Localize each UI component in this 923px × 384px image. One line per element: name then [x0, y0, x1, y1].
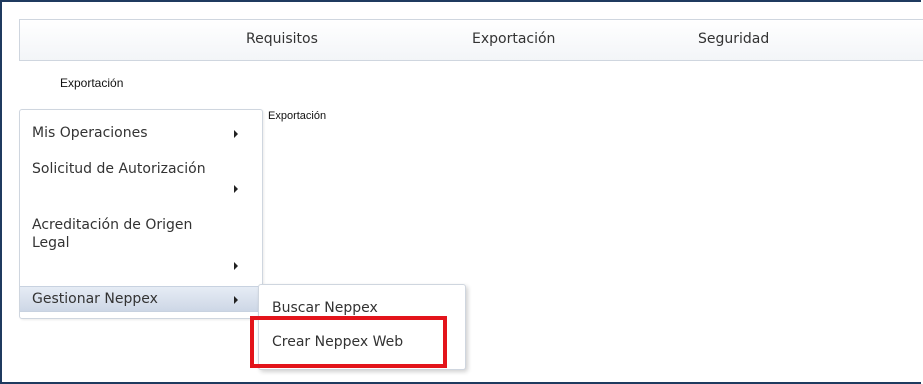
- submenu-item-crear-neppex-web[interactable]: Crear Neppex Web: [272, 334, 403, 350]
- submenu-gestionar-neppex: Buscar Neppex Crear Neppex Web: [258, 284, 466, 370]
- submenu-arrow-icon: [234, 262, 238, 270]
- submenu-arrow-icon: [234, 185, 238, 193]
- menu-item-solicitud-autorizacion[interactable]: Solicitud de Autorización: [20, 160, 262, 204]
- nav-item-requisitos[interactable]: Requisitos: [246, 31, 318, 47]
- nav-item-exportacion[interactable]: Exportación: [472, 31, 555, 47]
- side-menu: Mis Operaciones Solicitud de Autorizació…: [19, 109, 263, 319]
- menu-item-label: Mis Operaciones: [32, 125, 148, 141]
- menu-item-label: Solicitud de Autorización: [32, 161, 206, 177]
- breadcrumb: Exportación: [60, 76, 124, 90]
- submenu-arrow-icon: [234, 130, 238, 138]
- content-title: Exportación: [268, 110, 327, 122]
- menu-item-mis-operaciones[interactable]: Mis Operaciones: [20, 124, 262, 150]
- menu-item-gestionar-neppex[interactable]: Gestionar Neppex: [20, 286, 262, 312]
- menu-item-label: Gestionar Neppex: [32, 291, 158, 307]
- menu-item-label: Acreditación de Origen Legal: [32, 217, 193, 251]
- menu-item-acreditacion-origen-legal[interactable]: Acreditación de Origen Legal: [20, 216, 262, 276]
- top-navigation-bar: Requisitos Exportación Seguridad: [19, 19, 923, 61]
- nav-item-seguridad[interactable]: Seguridad: [698, 31, 769, 47]
- submenu-item-buscar-neppex[interactable]: Buscar Neppex: [272, 300, 378, 316]
- submenu-arrow-icon: [234, 296, 238, 304]
